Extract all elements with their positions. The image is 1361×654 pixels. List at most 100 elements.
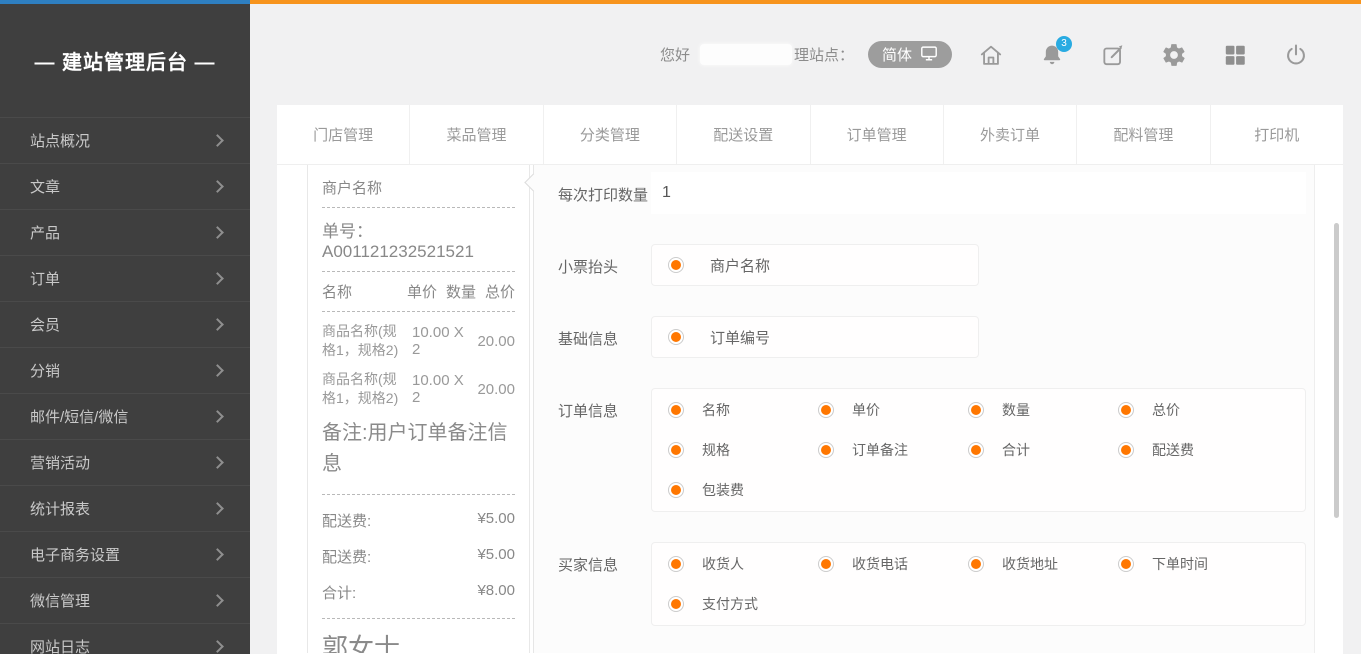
home-icon[interactable] [978,42,1004,68]
radio-checked-icon[interactable] [1118,556,1134,572]
chevron-right-icon [211,594,224,607]
radio-checked-icon[interactable] [1118,442,1134,458]
redacted-username [700,44,792,65]
receipt-order-number: 单号：A001121232521521 [322,217,515,262]
receipt-note: 备注:用户订单备注信息 [322,418,515,480]
app-title: — 建站管理后台 — [0,4,250,117]
receipt-merchant-name: 商户名称 [322,177,515,198]
notification-badge: 3 [1056,36,1072,52]
tab-store-management[interactable]: 门店管理 [277,105,410,164]
order-info-options: 名称 单价 数量 总价 规格 订单备注 合计 配送费 包装费 [651,388,1306,512]
radio-option-packaging-fee[interactable]: 包装费 [668,470,818,510]
greeting: 您好 理站点： [660,44,854,65]
radio-option-subtotal[interactable]: 合计 [968,430,1118,470]
bell-icon[interactable]: 3 [1039,42,1065,68]
grid-icon[interactable] [1222,42,1248,68]
divider [322,311,515,312]
printer-settings-content: 商户名称 单号：A001121232521521 名称 单价 数量 总价 商品名… [277,165,1343,653]
radio-checked-icon[interactable] [668,257,684,273]
radio-option-delivery-fee[interactable]: 配送费 [1118,430,1268,470]
radio-checked-icon[interactable] [668,556,684,572]
buyer-info-options: 收货人 收货电话 收货地址 下单时间 支付方式 [651,542,1306,626]
sidebar-item-reports[interactable]: 统计报表 [0,485,250,531]
receipt-header-row: 小票抬头 商户名称 [558,244,1306,286]
radio-option-merchant-name[interactable]: 商户名称 [668,255,770,276]
basic-info-options: 订单编号 [651,316,979,358]
greeting-suffix: 理站点： [794,44,854,65]
sidebar-item-mail-sms-wechat[interactable]: 邮件/短信/微信 [0,393,250,439]
print-count-label: 每次打印数量 [558,172,651,214]
sidebar-item-orders[interactable]: 订单 [0,255,250,301]
buyer-info-row: 买家信息 收货人 收货电话 收货地址 下单时间 支付方式 [558,542,1306,626]
radio-option-consignee-address[interactable]: 收货地址 [968,544,1118,584]
chevron-right-icon [211,134,224,147]
tab-dish-management[interactable]: 菜品管理 [410,105,543,164]
radio-checked-icon[interactable] [818,402,834,418]
radio-option-name[interactable]: 名称 [668,390,818,430]
radio-checked-icon[interactable] [668,329,684,345]
radio-option-payment-method[interactable]: 支付方式 [668,584,818,624]
tab-printer[interactable]: 打印机 [1211,105,1343,164]
tab-category-management[interactable]: 分类管理 [544,105,677,164]
sidebar-item-members[interactable]: 会员 [0,301,250,347]
order-info-row: 订单信息 名称 单价 数量 总价 规格 订单备注 合计 配送费 包装费 [558,388,1306,512]
radio-checked-icon[interactable] [668,402,684,418]
receipt-line-item: 商品名称(规格1，规格2) 10.00 X 2 20.00 [322,370,515,408]
tab-delivery-settings[interactable]: 配送设置 [677,105,810,164]
print-settings-panel: 每次打印数量 小票抬头 商户名称 基础信息 订单编号 [533,165,1315,653]
basic-info-label: 基础信息 [558,316,651,358]
topbar-icons: 3 [978,42,1309,68]
monitor-icon [920,44,938,66]
sidebar-item-marketing[interactable]: 营销活动 [0,439,250,485]
basic-info-row: 基础信息 订单编号 [558,316,1306,358]
greeting-prefix: 您好 [660,44,690,65]
sidebar-item-wechat-management[interactable]: 微信管理 [0,577,250,623]
radio-option-total-price[interactable]: 总价 [1118,390,1268,430]
chevron-right-icon [211,456,224,469]
vertical-scrollbar[interactable] [1334,223,1339,518]
tab-ingredient-management[interactable]: 配料管理 [1077,105,1210,164]
tab-bar: 门店管理 菜品管理 分类管理 配送设置 订单管理 外卖订单 配料管理 打印机 [277,105,1343,165]
topbar: 您好 理站点： 简体 3 [250,4,1361,105]
radio-checked-icon[interactable] [968,402,984,418]
chevron-right-icon [211,226,224,239]
radio-checked-icon[interactable] [668,482,684,498]
radio-checked-icon[interactable] [968,442,984,458]
radio-checked-icon[interactable] [1118,402,1134,418]
radio-checked-icon[interactable] [668,596,684,612]
radio-option-unit-price[interactable]: 单价 [818,390,968,430]
sidebar-item-site-logs[interactable]: 网站日志 [0,623,250,654]
tab-order-management[interactable]: 订单管理 [811,105,944,164]
radio-option-order-time[interactable]: 下单时间 [1118,544,1268,584]
order-info-label: 订单信息 [558,388,651,512]
divider [322,207,515,208]
sidebar-item-distribution[interactable]: 分销 [0,347,250,393]
print-count-input[interactable] [651,172,1306,214]
sidebar-item-products[interactable]: 产品 [0,209,250,255]
radio-checked-icon[interactable] [818,442,834,458]
radio-option-quantity[interactable]: 数量 [968,390,1118,430]
language-button[interactable]: 简体 [868,41,952,68]
edit-icon[interactable] [1100,42,1126,68]
tab-takeout-orders[interactable]: 外卖订单 [944,105,1077,164]
radio-option-consignee-phone[interactable]: 收货电话 [818,544,968,584]
radio-option-consignee[interactable]: 收货人 [668,544,818,584]
radio-option-spec[interactable]: 规格 [668,430,818,470]
main-card: 门店管理 菜品管理 分类管理 配送设置 订单管理 外卖订单 配料管理 打印机 商… [277,105,1343,654]
gear-icon[interactable] [1161,42,1187,68]
sidebar-item-articles[interactable]: 文章 [0,163,250,209]
receipt-buyer-name: 郭女士 [322,628,515,653]
receipt-line-item: 商品名称(规格1，规格2) 10.00 X 2 20.00 [322,322,515,360]
receipt-preview: 商户名称 单号：A001121232521521 名称 单价 数量 总价 商品名… [307,165,530,653]
sidebar-item-site-overview[interactable]: 站点概况 [0,117,250,163]
radio-checked-icon[interactable] [968,556,984,572]
radio-checked-icon[interactable] [818,556,834,572]
chevron-right-icon [211,410,224,423]
radio-option-order-number[interactable]: 订单编号 [668,327,770,348]
radio-checked-icon[interactable] [668,442,684,458]
sidebar-item-ecommerce-settings[interactable]: 电子商务设置 [0,531,250,577]
divider [322,271,515,272]
power-icon[interactable] [1283,42,1309,68]
receipt-fee-row: 配送费: ¥5.00 [322,546,515,567]
radio-option-order-note[interactable]: 订单备注 [818,430,968,470]
